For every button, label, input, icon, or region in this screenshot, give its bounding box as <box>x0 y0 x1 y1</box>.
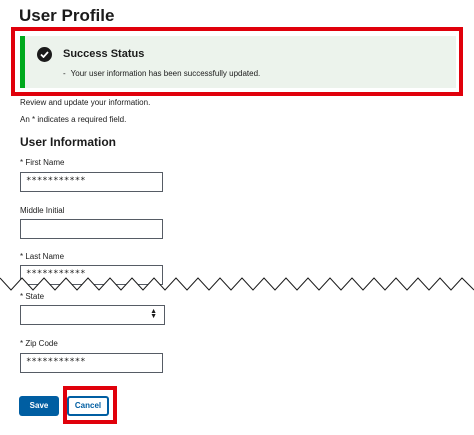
zip-code-field[interactable]: *********** <box>20 353 163 373</box>
success-alert: Success Status - Your user information ha… <box>20 36 456 88</box>
required-field-note: An * indicates a required field. <box>20 115 127 124</box>
cancel-button[interactable]: Cancel <box>67 396 109 416</box>
check-circle-icon <box>37 47 52 62</box>
zip-code-label: * Zip Code <box>20 339 58 348</box>
page-title: User Profile <box>19 6 115 25</box>
page-break-zigzag <box>0 277 474 294</box>
save-button[interactable]: Save <box>19 396 59 416</box>
section-heading: User Information <box>20 135 117 149</box>
state-select[interactable]: ▲ ▼ <box>20 305 165 325</box>
alert-message-item: - Your user information has been successf… <box>63 69 260 78</box>
last-name-label: * Last Name <box>20 252 65 261</box>
select-arrows-icon: ▲ ▼ <box>150 308 157 320</box>
state-label: * State <box>20 292 45 301</box>
middle-initial-label: Middle Initial <box>20 206 65 215</box>
first-name-field[interactable]: *********** <box>20 172 163 192</box>
middle-initial-field[interactable] <box>20 219 163 239</box>
alert-message: Your user information has been successfu… <box>70 69 261 78</box>
first-name-label: * First Name <box>20 158 65 167</box>
alert-heading: Success Status <box>63 48 145 60</box>
form-intro: Review and update your information. <box>20 98 151 107</box>
alert-bullet: - <box>63 69 66 78</box>
